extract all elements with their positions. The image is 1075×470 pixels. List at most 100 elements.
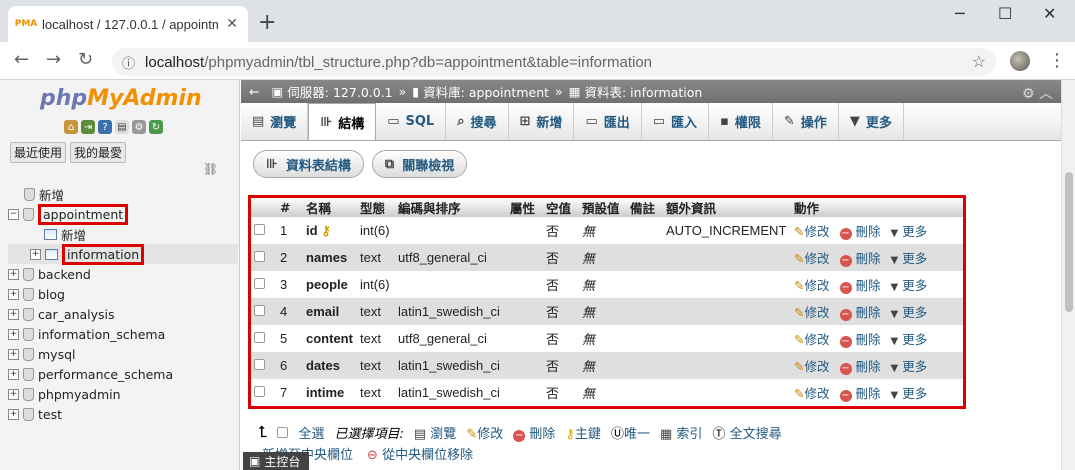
info-icon[interactable]: ⓘ [122,53,135,72]
more-actions-button[interactable]: ▼ 更多 [891,383,928,402]
tree-item-test[interactable]: + test [8,404,238,424]
docs-icon[interactable]: ▤ [115,120,129,134]
select-all-label[interactable]: 全選 [298,423,324,442]
row-checkbox[interactable] [254,224,265,235]
scrollbar-thumb[interactable] [1065,172,1073,312]
url-field[interactable]: ⓘ localhost/phpmyadmin/tbl_structure.php… [112,48,996,76]
expand-icon[interactable]: + [8,308,19,320]
console-toggle[interactable]: ▣ 主控台 [243,452,309,470]
browser-tab[interactable]: PMA localhost / 127.0.0.1 / appointm ✕ [8,6,248,42]
table-row[interactable]: 4 email text latin1_swedish_ci 否無 ✎修改 − 刪除 ▼ 更多 [251,298,963,325]
forward-icon[interactable]: → [46,49,61,70]
bulk-unique-button[interactable]: Ⓤ唯一 [611,423,650,442]
help-icon[interactable]: ? [98,120,112,134]
tab-privileges[interactable]: ▪ 權限 [709,103,773,140]
table-row[interactable]: 1 id ⚷ int(6) 否無 AUTO_INCREMENT ✎修改 − 刪除 ▼ 更多 [251,217,963,244]
reload-nav-icon[interactable]: ↻ [149,120,163,134]
tab-more[interactable]: ▼ 更多 [839,103,904,140]
tree-item-mysql[interactable]: + mysql [8,344,238,364]
select-all-checkbox[interactable] [277,426,289,438]
tab-structure[interactable]: ⊪ 結構 [308,103,377,140]
tab-sql[interactable]: ▭ SQL [376,103,447,140]
expand-icon[interactable]: + [8,368,19,380]
table-structure-button[interactable]: ⊪ 資料表結構 [253,150,364,178]
new-tab-button[interactable]: + [258,10,276,35]
drop-column-button[interactable]: − 刪除 [839,356,881,375]
expand-icon[interactable]: + [8,268,19,280]
table-row[interactable]: 6 dates text latin1_swedish_ci 否無 ✎修改 − 刪除 ▼ 更多 [251,352,963,379]
close-window-icon[interactable]: ✕ [1043,4,1056,23]
tab-insert[interactable]: ⊞ 新增 [509,103,575,140]
more-actions-button[interactable]: ▼ 更多 [891,329,928,348]
menu-kebab-icon[interactable]: ⋮ [1048,50,1066,71]
bulk-primary-button[interactable]: ⚷主鍵 [565,423,601,442]
more-actions-button[interactable]: ▼ 更多 [891,221,928,240]
close-tab-icon[interactable]: ✕ [226,16,238,32]
expand-icon[interactable]: + [8,328,19,340]
drop-column-button[interactable]: − 刪除 [839,302,881,321]
tab-search[interactable]: ⌕ 搜尋 [446,103,509,140]
tree-item-information-schema[interactable]: + information_schema [8,324,238,344]
settings-gear-icon[interactable]: ⚙ [132,120,146,134]
reload-icon[interactable]: ↻ [78,49,93,70]
table-row[interactable]: 2 names text utf8_general_ci 否無 ✎修改 − 刪除 ▼ 更多 [251,244,963,271]
collapse-icon[interactable]: − [8,208,19,220]
minimize-icon[interactable]: ─ [955,4,965,23]
tree-item-blog[interactable]: + blog [8,284,238,304]
breadcrumb-database[interactable]: ▮ 資料庫: appointment [412,82,549,101]
tree-item-performance-schema[interactable]: + performance_schema [8,364,238,384]
tree-item-new-table[interactable]: 新增 [8,224,238,244]
row-checkbox[interactable] [254,251,265,262]
expand-icon[interactable]: + [8,408,19,420]
recent-tab[interactable]: 最近使用 [10,142,67,163]
breadcrumb-table[interactable]: ▦ 資料表: information [569,82,703,101]
edit-column-button[interactable]: ✎修改 [794,329,830,348]
drop-column-button[interactable]: − 刪除 [839,248,881,267]
bulk-drop-button[interactable]: − 刪除 [513,423,555,442]
col-header[interactable]: 名稱 [303,198,357,217]
maximize-icon[interactable]: ☐ [998,4,1012,23]
edit-column-button[interactable]: ✎修改 [794,356,830,375]
tree-item-new-db[interactable]: 新增 [8,184,238,204]
tree-item-appointment[interactable]: − appointment [8,203,238,225]
drop-column-button[interactable]: − 刪除 [839,221,881,240]
tree-item-car-analysis[interactable]: + car_analysis [8,304,238,324]
row-checkbox[interactable] [254,359,265,370]
edit-column-button[interactable]: ✎修改 [794,302,830,321]
edit-column-button[interactable]: ✎修改 [794,275,830,294]
edit-column-button[interactable]: ✎修改 [794,221,830,240]
expand-icon[interactable]: + [8,288,19,300]
table-row[interactable]: 5 content text utf8_general_ci 否無 ✎修改 − 刪除 ▼ 更多 [251,325,963,352]
bookmark-star-icon[interactable]: ☆ [972,52,986,72]
row-checkbox[interactable] [254,305,265,316]
bulk-index-button[interactable]: ▦ 索引 [660,423,702,442]
home-icon[interactable]: ⌂ [64,120,78,134]
remove-central-columns-button[interactable]: ⊖ 從中央欄位移除 [367,444,473,463]
row-checkbox[interactable] [254,278,265,289]
settings-gear-icon[interactable]: ⚙ ︿ [1022,83,1053,103]
more-actions-button[interactable]: ▼ 更多 [891,248,928,267]
breadcrumb-server[interactable]: ▣ 伺服器: 127.0.0.1 [271,82,392,101]
drop-column-button[interactable]: − 刪除 [839,383,881,402]
table-row[interactable]: 7 intime text latin1_swedish_ci 否無 ✎修改 − 刪除 ▼ 更… [251,379,963,406]
expand-icon[interactable]: + [8,348,19,360]
drop-column-button[interactable]: − 刪除 [839,329,881,348]
bulk-fulltext-button[interactable]: Ⓣ 全文搜尋 [712,423,781,442]
row-checkbox[interactable] [254,386,265,397]
tab-browse[interactable]: ▤ 瀏覽 [241,103,309,140]
relation-view-button[interactable]: ⧉ 關聯檢視 [371,150,468,178]
edit-column-button[interactable]: ✎修改 [794,248,830,267]
edit-column-button[interactable]: ✎修改 [794,383,830,402]
tab-operations[interactable]: ✎ 操作 [773,103,839,140]
phpmyadmin-logo[interactable]: phpMyAdmin [40,86,202,111]
bulk-edit-button[interactable]: ✎修改 [466,423,503,442]
tab-import[interactable]: ▭ 匯入 [642,103,710,140]
tree-item-phpmyadmin[interactable]: + phpmyadmin [8,384,238,404]
favorites-tab[interactable]: 我的最愛 [70,142,127,163]
tree-item-backend[interactable]: + backend [8,264,238,284]
more-actions-button[interactable]: ▼ 更多 [891,356,928,375]
collapse-panel-icon[interactable]: ← [249,84,259,99]
back-icon[interactable]: ← [14,49,29,70]
more-actions-button[interactable]: ▼ 更多 [891,275,928,294]
bulk-browse-button[interactable]: ▤ 瀏覽 [414,423,456,442]
